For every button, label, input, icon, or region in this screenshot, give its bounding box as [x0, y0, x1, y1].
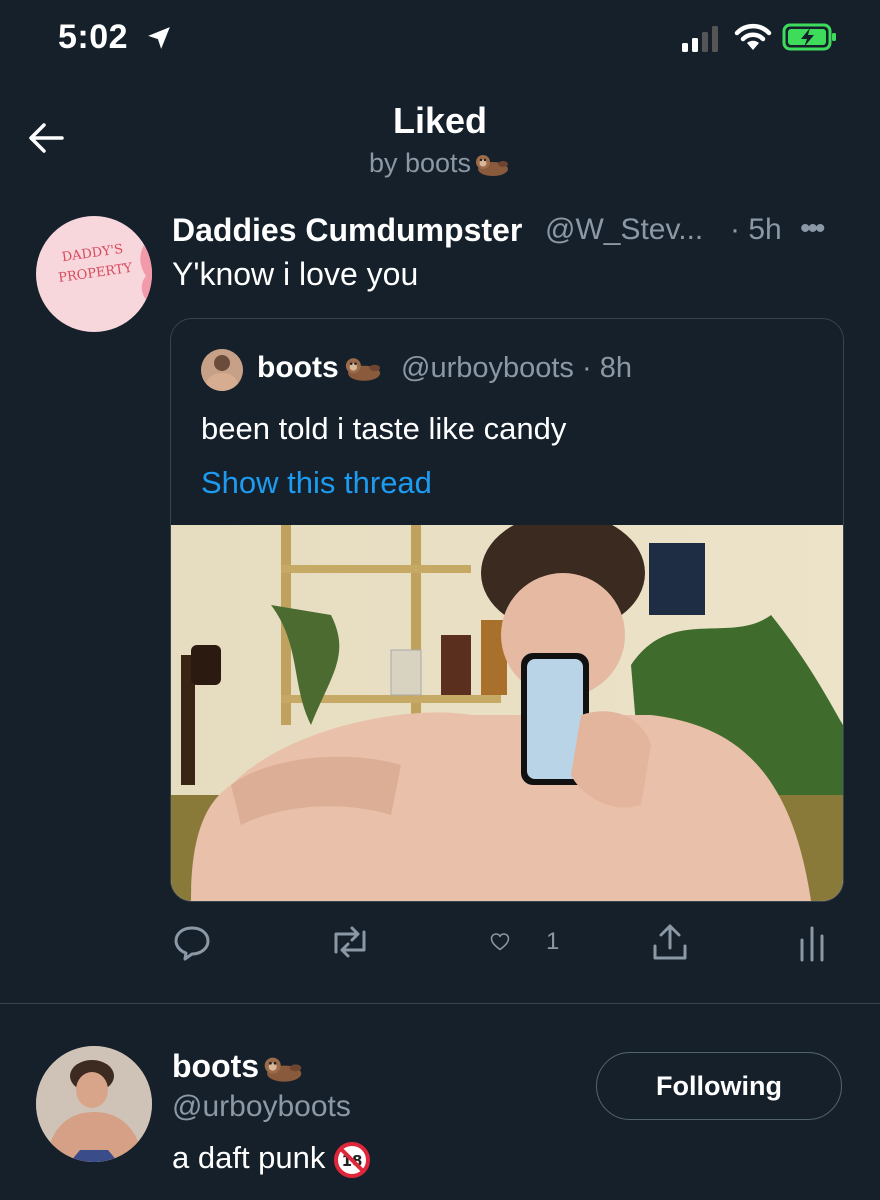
show-thread-link[interactable]: Show this thread	[201, 465, 432, 501]
heart-icon[interactable]	[490, 922, 530, 962]
tweet-author-avatar[interactable]: DADDY'S PROPERTY	[36, 216, 152, 332]
tweet-text: Y'know i love you	[172, 256, 419, 292]
user-avatar[interactable]	[36, 1046, 152, 1162]
quoted-tweet-photo[interactable]	[171, 525, 843, 901]
quoted-avatar-photo	[201, 349, 243, 391]
share-icon[interactable]	[650, 922, 690, 962]
quoted-author-name-text: boots	[257, 351, 339, 384]
avatar-heart-decoration	[140, 236, 152, 306]
battery-charging-icon	[782, 23, 836, 51]
quoted-tweet-card[interactable]: boots @urboyboots · 8h been told i taste…	[170, 318, 844, 902]
location-arrow-icon	[148, 27, 170, 49]
quoted-author-handle: @urboyboots · 8h	[401, 352, 632, 384]
wifi-icon	[734, 23, 772, 50]
photo-illustration	[171, 525, 843, 901]
section-divider	[0, 1003, 880, 1004]
tweet-author-name[interactable]: Daddies Cumdumpster	[172, 212, 522, 249]
no-under-18-icon: 18	[334, 1141, 371, 1178]
otter-icon	[345, 358, 380, 381]
signal-icon	[682, 26, 718, 52]
page-subtitle: by boots	[0, 148, 880, 179]
analytics-icon[interactable]	[798, 922, 828, 962]
user-name[interactable]: boots	[172, 1048, 305, 1085]
user-handle[interactable]: @urboyboots	[172, 1090, 351, 1124]
page-title: Liked	[392, 100, 488, 141]
quoted-author-name: boots	[257, 351, 385, 385]
tweet-author-handle[interactable]: @W_Stev...	[545, 213, 703, 247]
otter-icon	[476, 154, 509, 176]
retweet-icon[interactable]	[328, 922, 372, 962]
status-time: 5:02	[58, 18, 129, 56]
more-options-button[interactable]: •••	[800, 212, 825, 246]
following-button[interactable]: Following	[596, 1052, 842, 1120]
user-bio: a daft punk 18	[172, 1140, 371, 1179]
user-name-text: boots	[172, 1048, 260, 1084]
user-bio-text: a daft punk	[172, 1140, 326, 1175]
quoted-tweet-text: been told i taste like candy	[201, 411, 567, 446]
like-count: 1	[546, 928, 560, 955]
user-avatar-photo	[36, 1046, 152, 1162]
quoted-author-avatar	[201, 349, 243, 391]
page-subtitle-text: by boots	[368, 148, 472, 178]
reply-icon[interactable]	[172, 922, 212, 962]
tweet-timestamp[interactable]: · 5h	[730, 213, 782, 247]
otter-icon	[264, 1057, 302, 1082]
